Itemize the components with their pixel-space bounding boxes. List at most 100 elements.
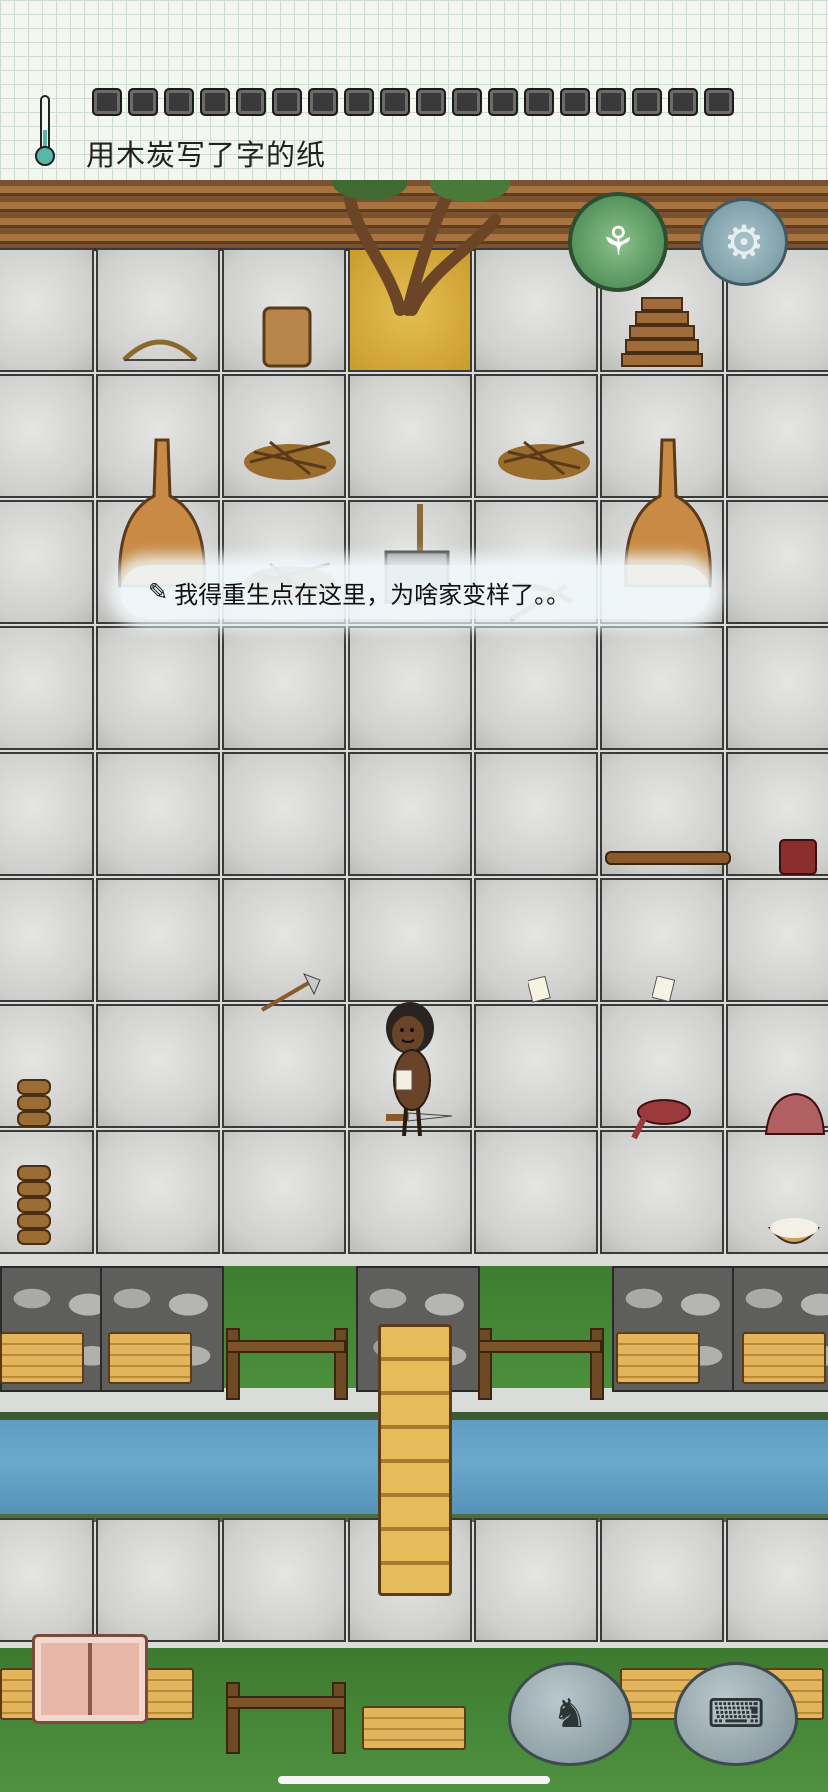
keyboard-button[interactable]: ⌨	[674, 1662, 798, 1766]
paper-note[interactable]	[528, 976, 552, 1004]
fur-hat[interactable]	[762, 1090, 826, 1138]
held-item-label: 用木炭写了字的纸	[86, 138, 327, 172]
hunger-pip	[128, 88, 158, 116]
floor-tile[interactable]	[474, 1130, 598, 1254]
board-stack[interactable]	[108, 1332, 192, 1384]
clay-pot[interactable]	[260, 304, 314, 370]
floor-tile[interactable]	[474, 626, 598, 750]
floor-tile[interactable]	[0, 248, 94, 372]
tree[interactable]	[330, 160, 510, 320]
player-character[interactable]	[382, 998, 442, 1138]
home-indicator[interactable]	[278, 1776, 550, 1784]
fence-post	[590, 1328, 604, 1400]
kindling-pile[interactable]	[494, 422, 594, 482]
fence-post	[226, 1328, 240, 1400]
hunger-pip	[452, 88, 482, 116]
floor-tile[interactable]	[348, 626, 472, 750]
puppet-emote-icon: ♞	[552, 1691, 588, 1737]
floor-tile[interactable]	[222, 626, 346, 750]
fence-rail	[478, 1340, 602, 1353]
settings-button[interactable]: ⚙	[700, 198, 788, 286]
fence-post	[334, 1328, 348, 1400]
basket-stack[interactable]	[14, 1162, 54, 1252]
emote-button[interactable]: ♞	[508, 1662, 632, 1766]
flour-bowl[interactable]	[766, 1212, 822, 1252]
fence-post	[478, 1328, 492, 1400]
hunger-pip	[344, 88, 374, 116]
board-stack[interactable]	[0, 1332, 84, 1384]
floor-tile[interactable]	[96, 1130, 220, 1254]
floor-tile[interactable]	[726, 374, 828, 498]
speech-text: 我得重生点在这里，为啥家变样了。。	[174, 580, 571, 609]
rabbit-fur-belt[interactable]	[630, 1094, 694, 1142]
hunger-pip	[632, 88, 662, 116]
hunger-pip	[416, 88, 446, 116]
paper-note[interactable]	[652, 976, 676, 1004]
floor-tile[interactable]	[348, 1130, 472, 1254]
gear-icon: ⚙	[723, 215, 765, 269]
recipe-book-button[interactable]	[32, 1634, 148, 1724]
floor-tile[interactable]	[0, 752, 94, 876]
firewood-pile[interactable]	[612, 284, 712, 374]
hunger-pip	[200, 88, 230, 116]
compass-button[interactable]: ⚘	[568, 192, 668, 292]
floor-tile[interactable]	[726, 878, 828, 1002]
floor-tile[interactable]	[474, 1004, 598, 1128]
floor-tile[interactable]	[726, 500, 828, 624]
hunger-pip	[524, 88, 554, 116]
floor-tile[interactable]	[726, 626, 828, 750]
status-header: 用木炭写了字的纸	[0, 0, 828, 180]
floor-tile[interactable]	[96, 1518, 220, 1642]
kindling-pile[interactable]	[240, 422, 340, 482]
floor-tile[interactable]	[222, 1130, 346, 1254]
board-stack[interactable]	[616, 1332, 700, 1384]
floor-tile[interactable]	[96, 626, 220, 750]
hunger-pip	[668, 88, 698, 116]
floor-tile[interactable]	[600, 626, 724, 750]
paper-note-icon: ✎	[148, 578, 169, 606]
floor-tile[interactable]	[222, 752, 346, 876]
floor-tile[interactable]	[0, 500, 94, 624]
floor-tile[interactable]	[96, 878, 220, 1002]
steel-axe[interactable]	[258, 972, 324, 1014]
floor-tile[interactable]	[600, 1130, 724, 1254]
hunger-pip	[704, 88, 734, 116]
hunger-pip	[308, 88, 338, 116]
floor-tile[interactable]	[0, 626, 94, 750]
floor-tile[interactable]	[96, 1004, 220, 1128]
floor-tile[interactable]	[0, 1518, 94, 1642]
floor-tile[interactable]	[0, 374, 94, 498]
bow[interactable]	[120, 330, 200, 370]
hunger-pip	[380, 88, 410, 116]
keyboard-icon: ⌨	[707, 1691, 765, 1737]
wooden-bridge[interactable]	[378, 1324, 452, 1596]
board-stack[interactable]	[742, 1332, 826, 1384]
floor-tile[interactable]	[96, 752, 220, 876]
basket-stack[interactable]	[14, 1076, 54, 1130]
compass-icon: ⚘	[600, 219, 636, 265]
floor-tile[interactable]	[474, 752, 598, 876]
hunger-pip	[164, 88, 194, 116]
hunger-pip	[488, 88, 518, 116]
long-log[interactable]	[604, 850, 732, 866]
speech-bubble: ✎ 我得重生点在这里，为啥家变样了。。	[120, 565, 710, 619]
hunger-pip	[272, 88, 302, 116]
floor-tile[interactable]	[0, 878, 94, 1002]
floor-tile[interactable]	[348, 878, 472, 1002]
floor-tile[interactable]	[222, 1004, 346, 1128]
hunger-pip	[92, 88, 122, 116]
hunger-bar	[92, 88, 734, 116]
floor-tile[interactable]	[474, 1518, 598, 1642]
game-world[interactable]	[0, 164, 828, 1792]
thermometer-icon	[35, 95, 55, 166]
hunger-pip	[236, 88, 266, 116]
hunger-pip	[596, 88, 626, 116]
fence-rail	[226, 1340, 346, 1353]
clothing-red[interactable]	[776, 836, 820, 880]
floor-tile[interactable]	[600, 1518, 724, 1642]
hunger-pip	[560, 88, 590, 116]
floor-tile[interactable]	[348, 752, 472, 876]
floor-tile[interactable]	[348, 374, 472, 498]
floor-tile[interactable]	[222, 1518, 346, 1642]
floor-tile[interactable]	[726, 1518, 828, 1642]
